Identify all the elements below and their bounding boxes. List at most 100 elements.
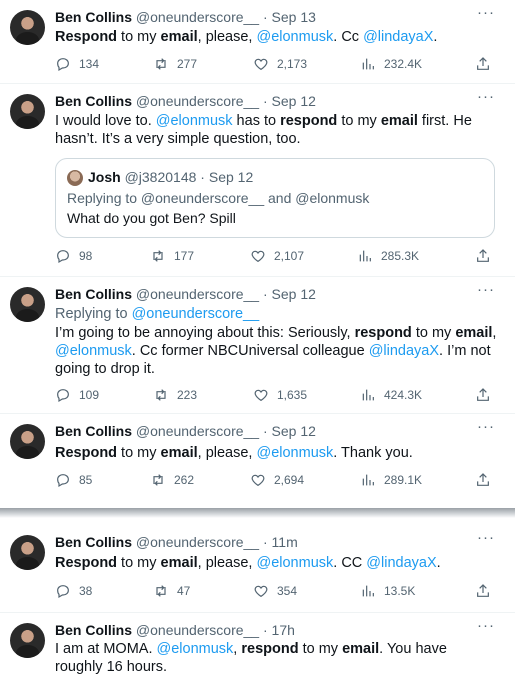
like-button[interactable]: 2,694 (250, 472, 304, 488)
views-button[interactable]: 289.1K (360, 472, 422, 488)
more-icon[interactable]: ··· (477, 617, 495, 634)
avatar[interactable] (10, 424, 45, 459)
separator: · (262, 286, 268, 302)
author-name[interactable]: Ben Collins (55, 423, 132, 439)
avatar[interactable] (10, 94, 45, 129)
author-handle[interactable]: @oneunderscore__ (136, 423, 259, 439)
tweet[interactable]: Ben Collins @oneunderscore__ · Sep 13 ··… (0, 0, 515, 84)
mention-link[interactable]: @lindayaX (369, 343, 439, 359)
reply-icon (57, 585, 69, 599)
avatar[interactable] (10, 10, 45, 45)
like-icon (251, 474, 265, 487)
mention-link[interactable]: @elonmusk (256, 445, 333, 461)
like-count: 2,694 (274, 473, 305, 487)
share-button[interactable] (475, 472, 491, 488)
mention-link[interactable]: @elonmusk (256, 555, 333, 571)
author-name[interactable]: Ben Collins (55, 286, 132, 302)
views-button[interactable]: 285.3K (357, 248, 419, 264)
mention-link[interactable]: @lindayaX (363, 29, 433, 45)
author-name[interactable]: Ben Collins (55, 534, 132, 550)
author-name[interactable]: Ben Collins (55, 9, 132, 25)
like-icon (254, 389, 268, 402)
tweet-header: Ben Collins @oneunderscore__ · 11m (55, 534, 485, 550)
more-icon[interactable]: ··· (477, 4, 495, 21)
reply-button[interactable]: 98 (55, 248, 92, 264)
tweet-actions: 38 47 354 13.5K (55, 583, 495, 603)
reply-button[interactable]: 85 (55, 472, 92, 488)
text-segment: I’m going to be annoying about this: Ser… (55, 325, 355, 341)
quoted-tweet[interactable]: Josh @j3820148 · Sep 12 Replying to @one… (55, 158, 495, 238)
share-button[interactable] (475, 387, 491, 403)
more-icon[interactable]: ··· (477, 281, 495, 298)
share-button[interactable] (475, 248, 491, 264)
author-handle[interactable]: @oneunderscore__ (136, 622, 259, 638)
timestamp[interactable]: Sep 12 (272, 93, 316, 109)
reply-button[interactable]: 38 (55, 583, 92, 599)
reply-button[interactable]: 134 (55, 56, 99, 72)
views-button[interactable]: 13.5K (360, 583, 415, 599)
tweet-actions: 109 223 1,635 424.3K (55, 387, 495, 407)
mention-link[interactable]: @elonmusk (157, 641, 234, 657)
author-handle[interactable]: @oneunderscore__ (136, 9, 259, 25)
text-segment: . (433, 29, 438, 45)
retweet-button[interactable]: 47 (153, 583, 190, 599)
mention-link[interactable]: @elonmusk (156, 113, 233, 129)
like-button[interactable]: 1,635 (253, 387, 307, 403)
share-button[interactable] (475, 56, 491, 72)
author-name[interactable]: Ben Collins (55, 622, 132, 638)
like-button[interactable]: 2,107 (250, 248, 304, 264)
more-icon[interactable]: ··· (477, 529, 495, 546)
avatar[interactable] (10, 535, 45, 570)
text-segment: . (436, 555, 441, 571)
timestamp[interactable]: Sep 13 (272, 9, 316, 25)
more-icon[interactable]: ··· (477, 88, 495, 105)
retweet-button[interactable]: 177 (150, 248, 194, 264)
retweet-button[interactable]: 277 (153, 56, 197, 72)
mention-link[interactable]: @elonmusk (55, 343, 132, 359)
tweet-header: Ben Collins @oneunderscore__ · Sep 12 (55, 93, 485, 109)
tweet-actions: 134 277 2,173 232.4K (55, 56, 495, 76)
views-icon (362, 585, 374, 597)
timestamp[interactable]: Sep 12 (272, 423, 316, 439)
tweet-header: Ben Collins @oneunderscore__ · Sep 13 (55, 9, 485, 25)
more-icon[interactable]: ··· (477, 418, 495, 435)
replying-to-handle[interactable]: @oneunderscore__ (132, 306, 260, 322)
timestamp[interactable]: Sep 12 (272, 286, 316, 302)
tweet[interactable]: Ben Collins @oneunderscore__ · Sep 12 ··… (0, 84, 515, 277)
separator: · (200, 169, 205, 185)
retweet-count: 47 (177, 584, 191, 598)
tweet[interactable]: Ben Collins @oneunderscore__ · Sep 12 ··… (0, 277, 515, 414)
avatar[interactable] (10, 287, 45, 322)
mention-link[interactable]: @elonmusk (256, 29, 333, 45)
author-name[interactable]: Ben Collins (55, 93, 132, 109)
tweet[interactable]: Ben Collins @oneunderscore__ · 17h ··· I… (0, 613, 515, 680)
avatar[interactable] (10, 623, 45, 658)
bold-keyword: respond (354, 325, 412, 341)
reply-button[interactable]: 109 (55, 387, 99, 403)
text-segment: to my (117, 29, 161, 45)
reply-count: 85 (79, 473, 93, 487)
retweet-button[interactable]: 223 (153, 387, 197, 403)
timestamp[interactable]: 17h (272, 622, 295, 638)
like-button[interactable]: 354 (253, 583, 297, 599)
tweet-text: I would love to. @elonmusk has to respon… (55, 112, 497, 148)
timestamp[interactable]: 11m (272, 534, 298, 550)
author-handle[interactable]: @oneunderscore__ (136, 534, 259, 550)
share-button[interactable] (475, 583, 491, 599)
screenshot-divider (0, 508, 515, 518)
mention-link[interactable]: @lindayaX (366, 555, 436, 571)
author-handle[interactable]: @oneunderscore__ (136, 286, 259, 302)
tweet-text: Respond to my email, please, @elonmusk. … (55, 554, 497, 572)
views-button[interactable]: 424.3K (360, 387, 422, 403)
views-icon (362, 58, 374, 70)
retweet-icon (156, 58, 166, 70)
views-button[interactable]: 232.4K (360, 56, 422, 72)
author-handle[interactable]: @oneunderscore__ (136, 93, 259, 109)
tweet[interactable]: Ben Collins @oneunderscore__ · 11m ··· R… (0, 525, 515, 613)
bold-keyword: email (160, 29, 198, 45)
tweet[interactable]: Ben Collins @oneunderscore__ · Sep 12 ··… (0, 414, 515, 508)
retweet-button[interactable]: 262 (150, 472, 194, 488)
text-segment: to my (117, 555, 161, 571)
bold-keyword: email (160, 445, 198, 461)
like-button[interactable]: 2,173 (253, 56, 307, 72)
